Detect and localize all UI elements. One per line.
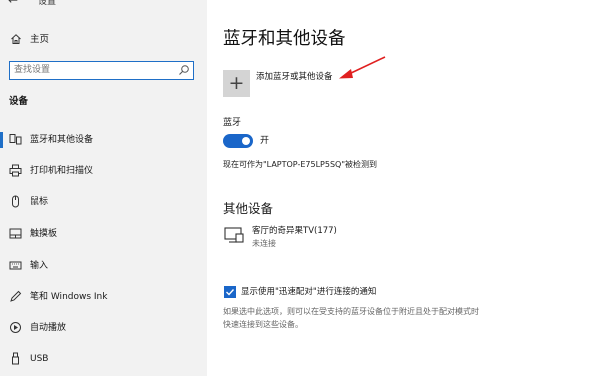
pen-icon [10, 290, 22, 302]
autoplay-icon [10, 322, 21, 333]
home-icon [11, 34, 21, 44]
other-devices-title: 其他设备 [223, 201, 274, 216]
sidebar-item-label: 触摸板 [30, 229, 58, 239]
touchpad-icon [9, 228, 22, 239]
device-status: 未连接 [252, 239, 276, 248]
sidebar-item-bluetooth[interactable]: 蓝牙和其他设备 [0, 129, 207, 151]
device-item[interactable]: 客厅的奇异果TV(177) 未连接 [223, 223, 423, 253]
sidebar-item-touchpad[interactable]: 触摸板 [0, 223, 207, 245]
sidebar-item-autoplay[interactable]: 自动播放 [0, 317, 207, 339]
sidebar-item-label: 笔和 Windows Ink [30, 292, 108, 302]
search-icon[interactable] [178, 64, 190, 76]
toggle-knob [242, 137, 250, 145]
swift-pair-label[interactable]: 显示使用"迅速配对"进行连接的通知 [241, 285, 376, 299]
window-title: 设置 [38, 0, 57, 7]
sidebar-item-label: 自动播放 [30, 323, 67, 333]
sidebar-item-label: 打印机和扫描仪 [30, 166, 94, 176]
description-line: 如果选中此选项，则可以在受支持的蓝牙设备位于附近且处于配对模式时 [223, 307, 479, 316]
bluetooth-state: 开 [260, 136, 270, 146]
discoverable-text: 现在可作为"LAPTOP-E75LP5SQ"被检测到 [223, 160, 377, 169]
bluetooth-toggle[interactable] [223, 134, 253, 148]
add-device-button[interactable]: + [223, 70, 250, 97]
swift-pair-description: 如果选中此选项，则可以在受支持的蓝牙设备位于附近且处于配对模式时 快速连接到这些… [223, 305, 523, 331]
sidebar-item-home[interactable]: 主页 [0, 30, 207, 50]
section-title: 设备 [9, 96, 29, 107]
search-input[interactable] [14, 63, 174, 77]
active-indicator [0, 132, 3, 148]
sidebar-item-label: 鼠标 [30, 197, 49, 207]
sidebar-item-label: 蓝牙和其他设备 [30, 135, 94, 145]
plus-icon: + [228, 72, 245, 94]
search-box[interactable] [9, 61, 194, 80]
description-line: 快速连接到这些设备。 [223, 320, 303, 329]
display-device-icon [224, 227, 244, 243]
sidebar-item-label: 输入 [30, 261, 49, 271]
main-content: 蓝牙和其他设备 + 添加蓝牙或其他设备 蓝牙 开 现在可作为"LAPTOP-E7… [207, 0, 608, 376]
sidebar-item-printers[interactable]: 打印机和扫描仪 [0, 160, 207, 182]
sidebar-item-typing[interactable]: 输入 [0, 255, 207, 277]
usb-icon [12, 352, 19, 365]
printer-icon [9, 164, 22, 177]
sidebar-item-mouse[interactable]: 鼠标 [0, 191, 207, 213]
bluetooth-devices-icon [9, 134, 22, 145]
sidebar-item-pen[interactable]: 笔和 Windows Ink [0, 286, 207, 308]
page-title: 蓝牙和其他设备 [223, 29, 346, 49]
add-device-label[interactable]: 添加蓝牙或其他设备 [256, 70, 333, 84]
swift-pair-checkbox[interactable] [224, 286, 236, 298]
checkmark-icon [226, 289, 235, 296]
keyboard-icon [9, 261, 22, 270]
annotation-arrow [339, 56, 386, 79]
sidebar-item-usb[interactable]: USB [0, 348, 207, 370]
device-name: 客厅的奇异果TV(177) [252, 226, 337, 236]
back-arrow-icon[interactable]: ← [8, 0, 18, 6]
sidebar: ← 设置 主页 设备 蓝牙和其他设备 打印机和扫描仪 [0, 0, 207, 376]
bluetooth-label: 蓝牙 [223, 118, 242, 128]
sidebar-item-label: 主页 [30, 34, 50, 45]
title-bar: ← 设置 [0, 0, 207, 10]
mouse-icon [12, 195, 19, 208]
sidebar-item-label: USB [30, 354, 49, 364]
